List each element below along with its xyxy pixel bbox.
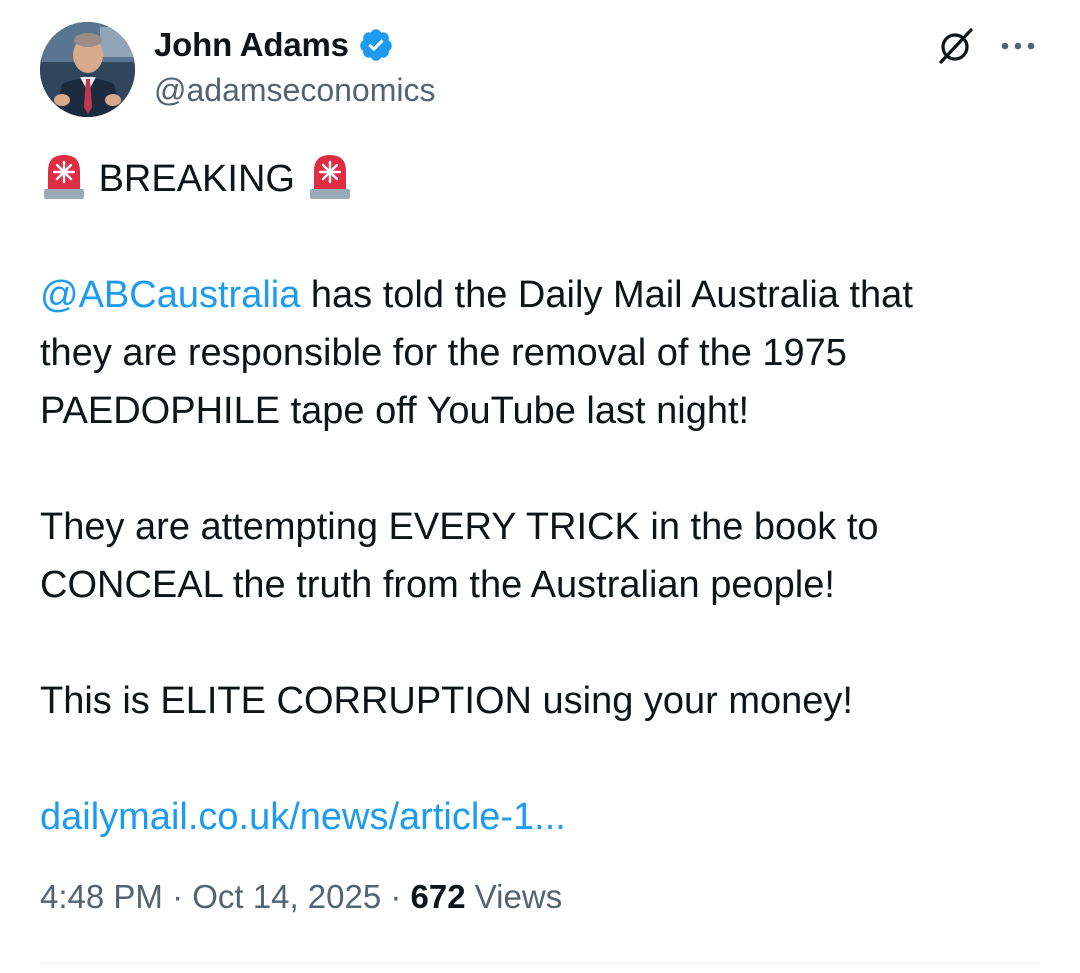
- paragraph-2-line-1: They are attempting EVERY TRICK in the b…: [40, 506, 879, 548]
- meta-separator: ·: [162, 878, 193, 915]
- views-count[interactable]: 672: [411, 878, 466, 915]
- author-name-row: John Adams: [154, 24, 394, 66]
- grok-icon[interactable]: [935, 26, 975, 66]
- more-options-icon[interactable]: [998, 30, 1038, 62]
- paragraph-3-line-1: This is ELITE CORRUPTION using your mone…: [40, 680, 853, 722]
- author-handle[interactable]: @adamseconomics: [154, 72, 435, 109]
- breaking-line: BREAKING: [40, 150, 1040, 208]
- paragraph-1-line-1: @ABCaustralia has told the Daily Mail Au…: [40, 266, 1040, 324]
- meta-separator: ·: [381, 878, 411, 915]
- author-display-name[interactable]: John Adams: [154, 26, 349, 64]
- avatar-photo: [40, 22, 135, 117]
- tweet-date[interactable]: Oct 14, 2025: [192, 878, 381, 915]
- tweet-meta: 4:48 PM · Oct 14, 2025 · 672 Views: [40, 878, 562, 916]
- views-label[interactable]: Views: [466, 878, 562, 915]
- breaking-label: BREAKING: [98, 158, 295, 200]
- paragraph-1-line-3: PAEDOPHILE tape off YouTube last night!: [40, 390, 750, 432]
- article-link[interactable]: dailymail.co.uk/news/article-1...: [40, 796, 566, 838]
- paragraph-1-line-2: they are responsible for the removal of …: [40, 332, 847, 374]
- paragraph-1-text: has told the Daily Mail Australia that: [300, 274, 913, 316]
- paragraph-2-line-2: CONCEAL the truth from the Australian pe…: [40, 564, 835, 606]
- verified-badge-icon[interactable]: [358, 27, 394, 63]
- siren-emoji-icon: [40, 151, 88, 201]
- tweet-time[interactable]: 4:48 PM: [40, 878, 163, 915]
- siren-emoji-icon: [306, 151, 354, 201]
- mention-link[interactable]: @ABCaustralia: [40, 274, 300, 316]
- divider: [40, 963, 1040, 964]
- avatar[interactable]: [40, 22, 135, 117]
- tweet-text: BREAKING @ABCaustralia has told the Dail…: [40, 150, 1040, 846]
